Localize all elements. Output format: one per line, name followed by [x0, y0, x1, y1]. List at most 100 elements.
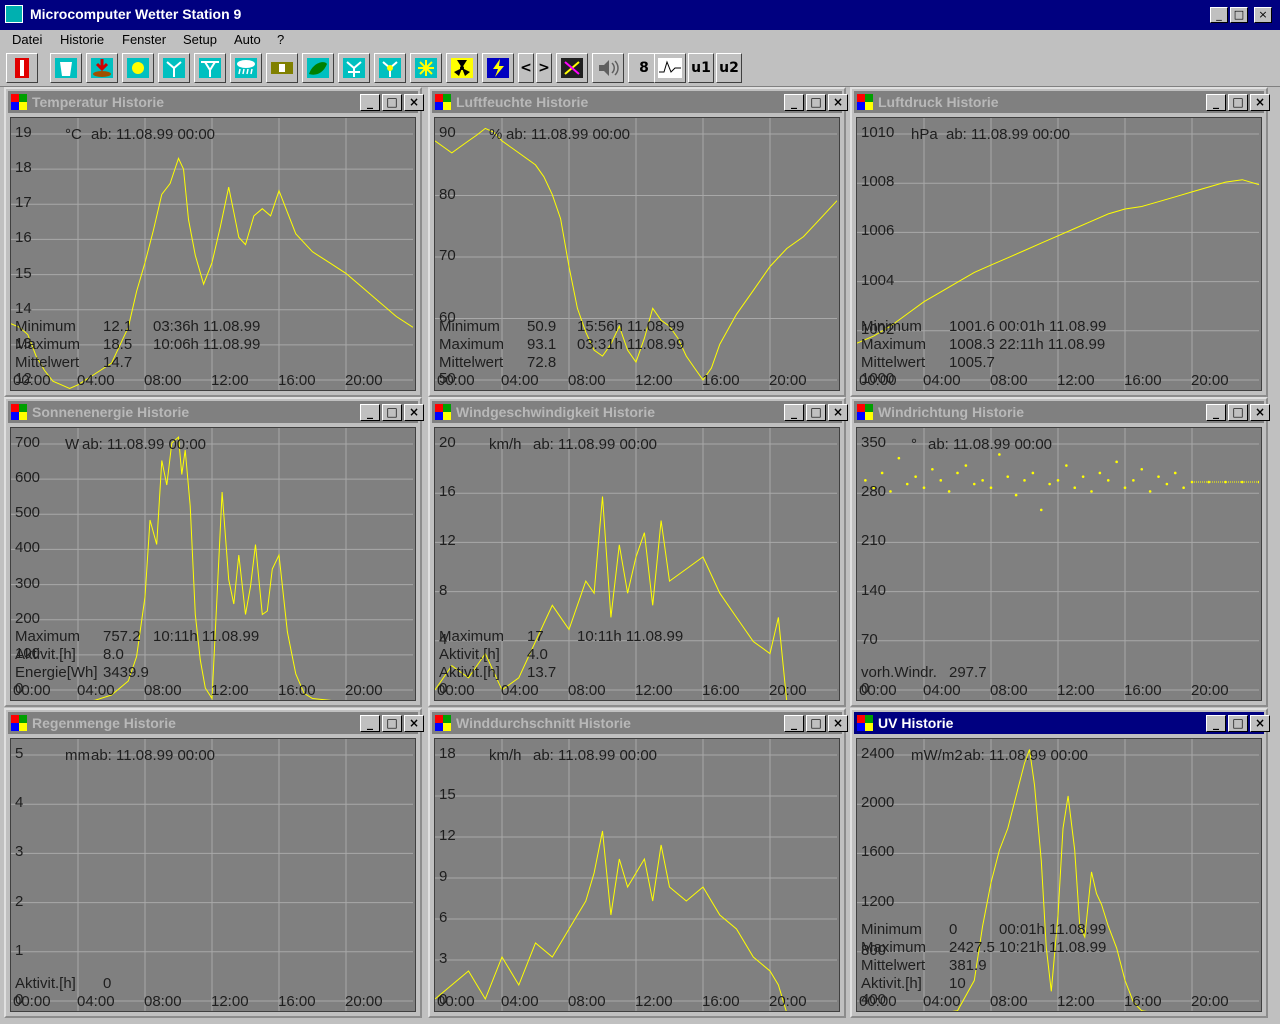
chart-maximize-button[interactable]: □ [1228, 715, 1248, 732]
chart-window-7[interactable]: Regenmenge Historie _ □ × 5 4 3 2 1 0 00:00 04:00 08… [4, 708, 424, 1018]
data-point [897, 456, 901, 460]
chart-window-titlebar[interactable]: Sonnenenergie Historie _ □ × [8, 401, 424, 423]
chart-minimize-button[interactable]: _ [784, 94, 804, 111]
u1-button[interactable]: u1 [688, 53, 714, 83]
chart-maximize-button[interactable]: □ [806, 94, 826, 111]
radiation-icon[interactable] [446, 53, 478, 83]
chart-window-titlebar[interactable]: UV Historie _ □ × [854, 712, 1270, 734]
x-tick-label: 08:00 [144, 372, 182, 389]
chart-close-button[interactable]: × [404, 94, 424, 111]
menu-datei[interactable]: Datei [12, 32, 42, 47]
chart-window-icon[interactable] [857, 404, 873, 420]
chart-window-2[interactable]: Luftfeuchte Historie _ □ × 90 80 70 60 50 00:00 04… [428, 87, 848, 397]
chart-minimize-button[interactable]: _ [784, 404, 804, 421]
sun-icon[interactable] [122, 53, 154, 83]
wind-avg-icon[interactable] [338, 53, 370, 83]
maximize-button[interactable]: □ [1230, 7, 1248, 23]
next-arrow[interactable]: > [536, 53, 552, 83]
y-tick-label: 18 [15, 159, 32, 177]
data-point [931, 467, 934, 471]
chart-maximize-button[interactable]: □ [806, 715, 826, 732]
chart-window-titlebar[interactable]: Windgeschwindigkeit Historie _ □ × [432, 401, 848, 423]
chart-window-titlebar[interactable]: Temperatur Historie _ □ × [8, 91, 424, 113]
chart-close-button[interactable]: × [404, 715, 424, 732]
sun-burst-icon[interactable] [410, 53, 442, 83]
leaf-icon[interactable] [302, 53, 334, 83]
close-button[interactable]: × [1254, 7, 1272, 23]
rain-gauge-icon[interactable] [86, 53, 118, 83]
chart-close-button[interactable]: × [1250, 715, 1270, 732]
chart-close-button[interactable]: × [828, 404, 848, 421]
stat-label: Mittelwert [861, 957, 926, 974]
chart-window-icon[interactable] [11, 404, 27, 420]
chart-window-titlebar[interactable]: Luftfeuchte Historie _ □ × [432, 91, 848, 113]
chart-window-5[interactable]: Windgeschwindigkeit Historie _ □ × 20 16 12 8 4 0… [428, 397, 848, 707]
water-glass-icon[interactable] [50, 53, 82, 83]
chart-since-label: ab: 11.08.99 00:00 [91, 747, 215, 764]
app-icon[interactable] [5, 5, 23, 23]
chart-window-8[interactable]: Winddurchschnitt Historie _ □ × 18 15 12 9 6 3 0 00… [428, 708, 848, 1018]
chart-window-icon[interactable] [11, 94, 27, 110]
lightning-icon[interactable] [482, 53, 514, 83]
chart-window-titlebar[interactable]: Windrichtung Historie _ □ × [854, 401, 1270, 423]
chart-window-4[interactable]: Sonnenenergie Historie _ □ × 700 600 500 400 300… [4, 397, 424, 707]
y-tick-label: 80 [439, 185, 456, 203]
data-point [1073, 486, 1077, 490]
chart-minimize-button[interactable]: _ [1206, 715, 1226, 732]
chart-minimize-button[interactable]: _ [360, 94, 380, 111]
chart-window-1[interactable]: Temperatur Historie _ □ × 19 18 17 16 15 14 13 12 00… [4, 87, 424, 397]
chart-close-button[interactable]: × [1250, 94, 1270, 111]
chart-close-button[interactable]: × [828, 715, 848, 732]
y-tick-label: 2 [15, 892, 24, 910]
chart-window-icon[interactable] [857, 94, 873, 110]
chart-window-icon[interactable] [11, 715, 27, 731]
battery-icon[interactable] [266, 53, 298, 83]
menu-fenster[interactable]: Fenster [122, 32, 166, 47]
menu-auto[interactable]: Auto [234, 32, 261, 47]
waveform-icon[interactable] [654, 53, 686, 83]
u2-button[interactable]: u2 [716, 53, 742, 83]
chart-close-button[interactable]: × [828, 94, 848, 111]
menu-help[interactable]: ? [277, 32, 284, 47]
speaker-icon[interactable] [592, 53, 624, 83]
chart-window-6[interactable]: Windrichtung Historie _ □ × 350 280 210 140 70 0 0… [850, 397, 1270, 707]
thermometer-icon[interactable] [6, 53, 38, 83]
data-point [922, 486, 926, 490]
chart-window-titlebar[interactable]: Regenmenge Historie _ □ × [8, 712, 424, 734]
wind-icon[interactable] [158, 53, 190, 83]
chart-maximize-button[interactable]: □ [382, 404, 402, 421]
chart-maximize-button[interactable]: □ [382, 715, 402, 732]
x-tick-label: 20:00 [345, 993, 383, 1010]
chart-window-9[interactable]: UV Historie _ □ × 2400 2000 1600 1200 800 400 00:0… [850, 708, 1270, 1018]
chart-maximize-button[interactable]: □ [806, 404, 826, 421]
chart-window-icon[interactable] [435, 715, 451, 731]
chart-window-3[interactable]: Luftdruck Historie _ □ × 1010 1008 1006 1004 100… [850, 87, 1270, 397]
window-title: Microcomputer Wetter Station 9 [30, 6, 242, 22]
y-tick-label: 1006 [861, 222, 895, 240]
chart-minimize-button[interactable]: _ [360, 715, 380, 732]
chart-minimize-button[interactable]: _ [1206, 404, 1226, 421]
chart-close-button[interactable]: × [1250, 404, 1270, 421]
menu-setup[interactable]: Setup [183, 32, 217, 47]
chart-window-icon[interactable] [857, 715, 873, 731]
stat-timestamp: 10:11h 11.08.99 [577, 628, 684, 645]
chart-window-titlebar[interactable]: Luftdruck Historie _ □ × [854, 91, 1270, 113]
chart-minimize-button[interactable]: _ [784, 715, 804, 732]
chart-window-icon[interactable] [435, 404, 451, 420]
chart-maximize-button[interactable]: □ [1228, 94, 1248, 111]
chart-window-titlebar[interactable]: Winddurchschnitt Historie _ □ × [432, 712, 848, 734]
wind-speed-icon[interactable] [194, 53, 226, 83]
minimize-button[interactable]: _ [1210, 7, 1228, 23]
chart-minimize-button[interactable]: _ [1206, 94, 1226, 111]
menu-historie[interactable]: Historie [60, 32, 104, 47]
chart-minimize-button[interactable]: _ [360, 404, 380, 421]
compass-icon[interactable] [556, 53, 588, 83]
chart-maximize-button[interactable]: □ [1228, 404, 1248, 421]
rain-cloud-icon[interactable] [230, 53, 262, 83]
chart-maximize-button[interactable]: □ [382, 94, 402, 111]
wind-gust-icon[interactable] [374, 53, 406, 83]
chart-window-icon[interactable] [435, 94, 451, 110]
prev-arrow[interactable]: < [518, 53, 534, 83]
chart-window-title: Regenmenge Historie [32, 715, 176, 731]
chart-close-button[interactable]: × [404, 404, 424, 421]
